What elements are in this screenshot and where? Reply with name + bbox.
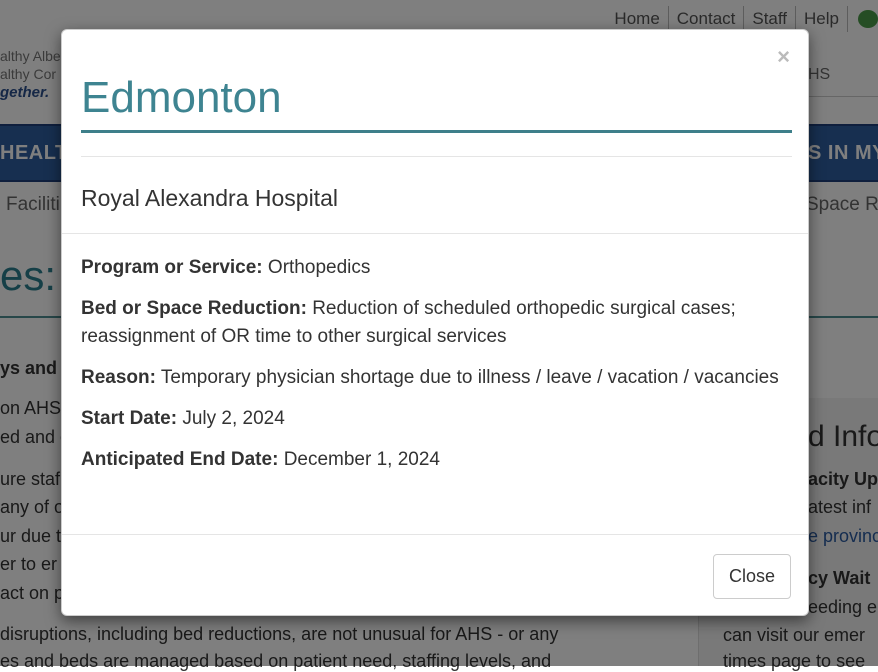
detail-reason: Reason: Temporary physician shortage due… bbox=[81, 364, 791, 392]
detail-program: Program or Service: Orthopedics bbox=[81, 254, 791, 282]
detail-value: December 1, 2024 bbox=[283, 449, 441, 470]
modal-title: Edmonton bbox=[81, 72, 792, 133]
detail-label: Program or Service: bbox=[81, 257, 263, 278]
detail-label: Start Date: bbox=[81, 408, 178, 429]
close-button[interactable]: Close bbox=[712, 554, 791, 599]
detail-end-date: Anticipated End Date: December 1, 2024 bbox=[81, 446, 791, 474]
divider bbox=[62, 534, 808, 535]
detail-start-date: Start Date: July 2, 2024 bbox=[81, 405, 791, 433]
detail-label: Bed or Space Reduction: bbox=[81, 298, 307, 319]
detail-reduction: Bed or Space Reduction: Reduction of sch… bbox=[81, 295, 791, 351]
detail-value: Temporary physician shortage due to illn… bbox=[160, 367, 779, 388]
hospital-name: Royal Alexandra Hospital bbox=[81, 185, 338, 211]
divider bbox=[62, 233, 808, 234]
detail-label: Reason: bbox=[81, 367, 156, 388]
reduction-details: Program or Service: Orthopedics Bed or S… bbox=[81, 254, 791, 487]
modal-dialog: × Edmonton Royal Alexandra Hospital Prog… bbox=[61, 29, 809, 616]
detail-label: Anticipated End Date: bbox=[81, 449, 279, 470]
detail-value: Orthopedics bbox=[267, 257, 371, 278]
close-icon[interactable]: × bbox=[777, 46, 790, 68]
detail-value: July 2, 2024 bbox=[182, 408, 285, 429]
divider bbox=[81, 156, 792, 157]
